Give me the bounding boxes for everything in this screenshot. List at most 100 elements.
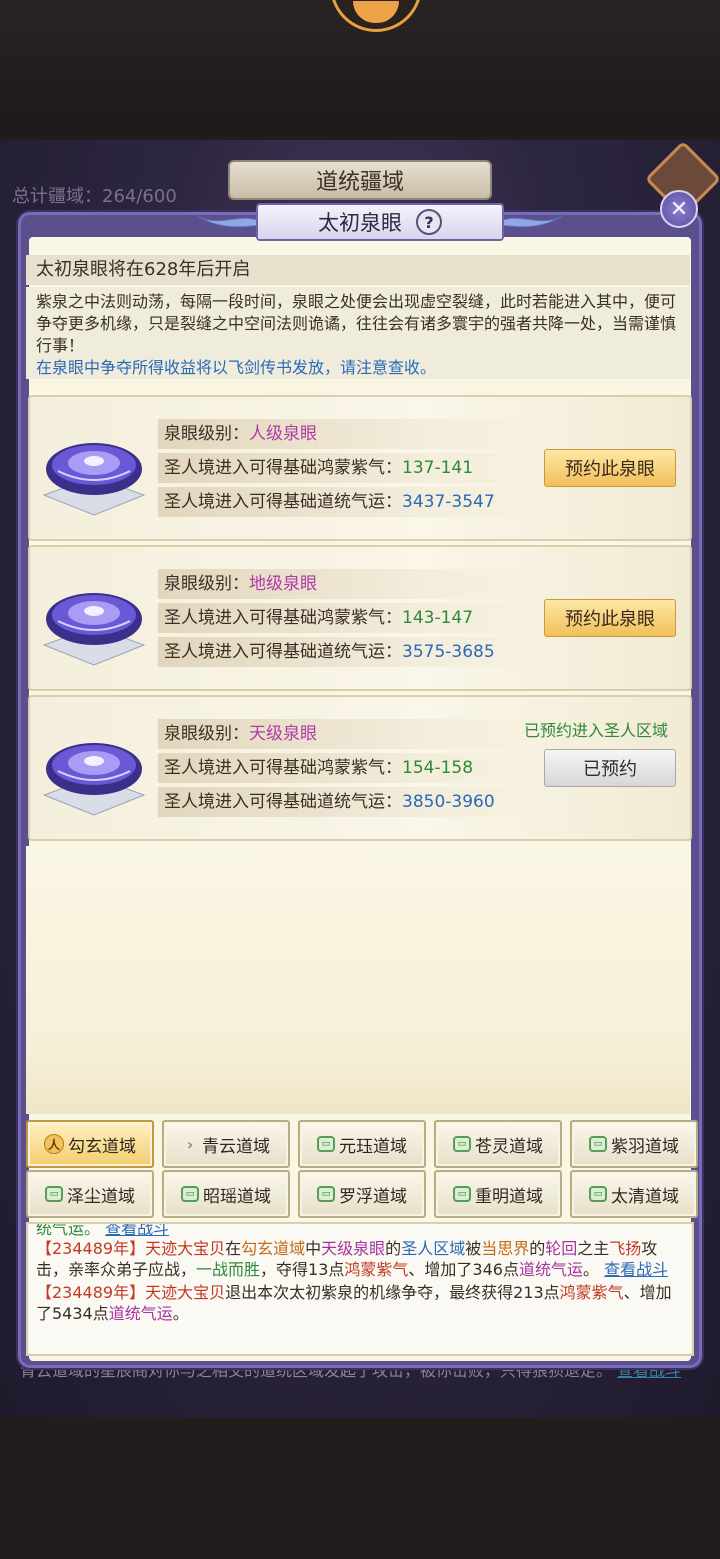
log-text: ，夺得13点 [260,1260,345,1279]
domain-tab-label: 太清道域 [611,1186,679,1207]
log-luck: 道统气运 [108,1304,173,1323]
open-countdown-banner: 太初泉眼将在628年后开启 [26,255,690,285]
help-icon[interactable]: ? [416,209,442,235]
top-bar [0,0,720,135]
title-wing-left-icon [197,215,260,228]
log-domain: 勾玄道域 [241,1239,306,1258]
description-box: 紫泉之中法则动荡，每隔一段时间，泉眼之处便会出现虚空裂缝，此时若能进入其中，便可… [26,287,690,379]
background-window-title: 道统疆域 [228,160,492,200]
lock-icon: ▭ [589,1136,607,1152]
domain-tab[interactable]: ▭ 泽尘道域 [26,1170,154,1218]
eye-grade-label: 泉眼级别： [164,574,249,594]
log-player-name: 天迹大宝贝 [145,1239,226,1258]
paper-background [26,846,690,1114]
log-cut-text: 统气运。 [36,1222,101,1236]
eye-luck-row: 圣人境进入可得基础道统气运：3575-3685 [158,637,538,667]
background-total-territory: 总计疆域：264/600 [12,186,177,207]
log-player-name: 天迹大宝贝 [145,1283,226,1302]
domain-tab-label: 紫羽道域 [611,1136,679,1157]
spring-eye-card: 泉眼级别：人级泉眼 圣人境进入可得基础鸿蒙紫气：137-141 圣人境进入可得基础道… [28,395,692,541]
reward-notice: 在泉眼中争夺所得收益将以飞剑传书发放，请注意查收。 [36,358,437,377]
booked-button[interactable]: 已预约 [544,749,676,787]
domain-tab[interactable]: ▭ 苍灵道域 [434,1120,562,1168]
log-text: 退出本次太初紫泉的机缘争夺，最终获得213点 [225,1283,560,1302]
log-text: 在 [225,1239,242,1258]
close-button[interactable]: ✕ [660,190,698,228]
eye-grade-label: 泉眼级别： [164,724,249,744]
domain-tab-label: 罗浮道域 [339,1186,407,1207]
log-result: 一战而胜 [196,1260,261,1279]
log-text: 被 [465,1239,482,1258]
eye-luck-value: 3437-3547 [402,492,495,512]
log-text: 之主 [577,1239,610,1258]
eye-qi-row: 圣人境进入可得基础鸿蒙紫气：137-141 [158,453,538,483]
book-eye-button[interactable]: 预约此泉眼 [544,599,676,637]
eye-grade-row: 泉眼级别：人级泉眼 [158,419,538,449]
log-text: 的 [385,1239,402,1258]
lock-icon: ▭ [45,1186,63,1202]
view-battle-link[interactable]: 查看战斗 [604,1260,668,1279]
log-text: 。 [582,1260,599,1279]
eye-grade-row: 泉眼级别：地级泉眼 [158,569,538,599]
log-grade: 天级泉眼 [321,1239,386,1258]
eye-qi-row: 圣人境进入可得基础鸿蒙紫气：143-147 [158,603,538,633]
lock-icon: ▭ [589,1186,607,1202]
log-year: 【234489年】 [36,1239,146,1258]
close-icon: ✕ [669,196,689,222]
lock-icon: ▭ [317,1136,335,1152]
eye-grade-row: 泉眼级别：天级泉眼 [158,719,538,749]
log-realm: 当思界 [481,1239,530,1258]
booked-note: 已预约进入圣人区域 [524,721,669,740]
domain-tab[interactable]: ▭ 重明道域 [434,1170,562,1218]
eye-luck-label: 圣人境进入可得基础道统气运： [164,792,402,812]
domain-tab[interactable]: › 青云道域 [162,1120,290,1168]
domain-tab-label: 昭瑶道域 [203,1186,271,1207]
eye-qi-label: 圣人境进入可得基础鸿蒙紫气： [164,458,402,478]
log-area: 圣人区域 [401,1239,466,1258]
log-attacker: 飞扬 [609,1239,642,1258]
eye-luck-row: 圣人境进入可得基础道统气运：3437-3547 [158,487,538,517]
dialog-title-text: 太初泉眼 [318,211,402,235]
description-text: 紫泉之中法则动荡，每隔一段时间，泉眼之处便会出现虚空裂缝，此时若能进入其中，便可… [36,292,677,355]
eye-qi-label: 圣人境进入可得基础鸿蒙紫气： [164,608,402,628]
log-text: 的 [529,1239,546,1258]
eye-qi-value: 143-147 [402,608,474,628]
dialog-title: 太初泉眼 ? [256,203,504,241]
log-luck: 道统气运 [518,1260,583,1279]
log-year: 【234489年】 [36,1283,146,1302]
domain-tab[interactable]: 人勾玄道域 [26,1120,154,1168]
log-entry-cut: 统气运。 查看战斗 [36,1222,684,1236]
lock-icon: ▭ [453,1186,471,1202]
eye-grade-value: 天级泉眼 [249,724,317,744]
domain-tabs: 人勾玄道域 › 青云道域 ▭ 元珏道域 ▭ 苍灵道域 ▭ 紫羽道域 ▭ 泽尘道域 ▭ 昭瑶道域 ▭ 罗浮道域… [26,1118,698,1222]
domain-tab[interactable]: ▭ 罗浮道域 [298,1170,426,1218]
spring-eye-icon [42,593,146,666]
spring-eye-card: 泉眼级别：地级泉眼 圣人境进入可得基础鸿蒙紫气：143-147 圣人境进入可得基础道… [28,545,692,691]
eye-grade-value: 地级泉眼 [249,574,317,594]
domain-tab[interactable]: ▭ 元珏道域 [298,1120,426,1168]
lock-icon: ▭ [181,1186,199,1202]
log-cut-link[interactable]: 查看战斗 [105,1224,169,1236]
eye-luck-label: 圣人境进入可得基础道统气运： [164,642,402,662]
book-eye-button[interactable]: 预约此泉眼 [544,449,676,487]
pet-emblem-icon[interactable] [330,0,422,32]
domain-tab[interactable]: ▭ 昭瑶道域 [162,1170,290,1218]
eye-luck-row: 圣人境进入可得基础道统气运：3850-3960 [158,787,538,817]
eye-qi-value: 154-158 [402,758,474,778]
eye-luck-label: 圣人境进入可得基础道统气运： [164,492,402,512]
log-entry: 【234489年】天迹大宝贝退出本次太初紫泉的机缘争夺，最终获得213点鸿蒙紫气… [36,1282,684,1324]
spring-eye-icon [42,743,146,816]
log-text: 、增加了346点 [408,1260,519,1279]
eye-grade-label: 泉眼级别： [164,424,249,444]
title-wing-right-icon [500,215,563,228]
domain-tab-label: 重明道域 [475,1186,543,1207]
lock-icon: ▭ [317,1186,335,1202]
domain-tab-label: 泽尘道域 [67,1186,135,1207]
eye-luck-value: 3850-3960 [402,792,495,812]
spring-eye-card: 泉眼级别：天级泉眼 圣人境进入可得基础鸿蒙紫气：154-158 圣人境进入可得基础道… [28,695,692,841]
domain-tab-label: 青云道域 [202,1136,270,1157]
eye-qi-value: 137-141 [402,458,474,478]
domain-tab[interactable]: ▭ 太清道域 [570,1170,698,1218]
domain-tab[interactable]: ▭ 紫羽道域 [570,1120,698,1168]
lock-icon: ▭ [453,1136,471,1152]
